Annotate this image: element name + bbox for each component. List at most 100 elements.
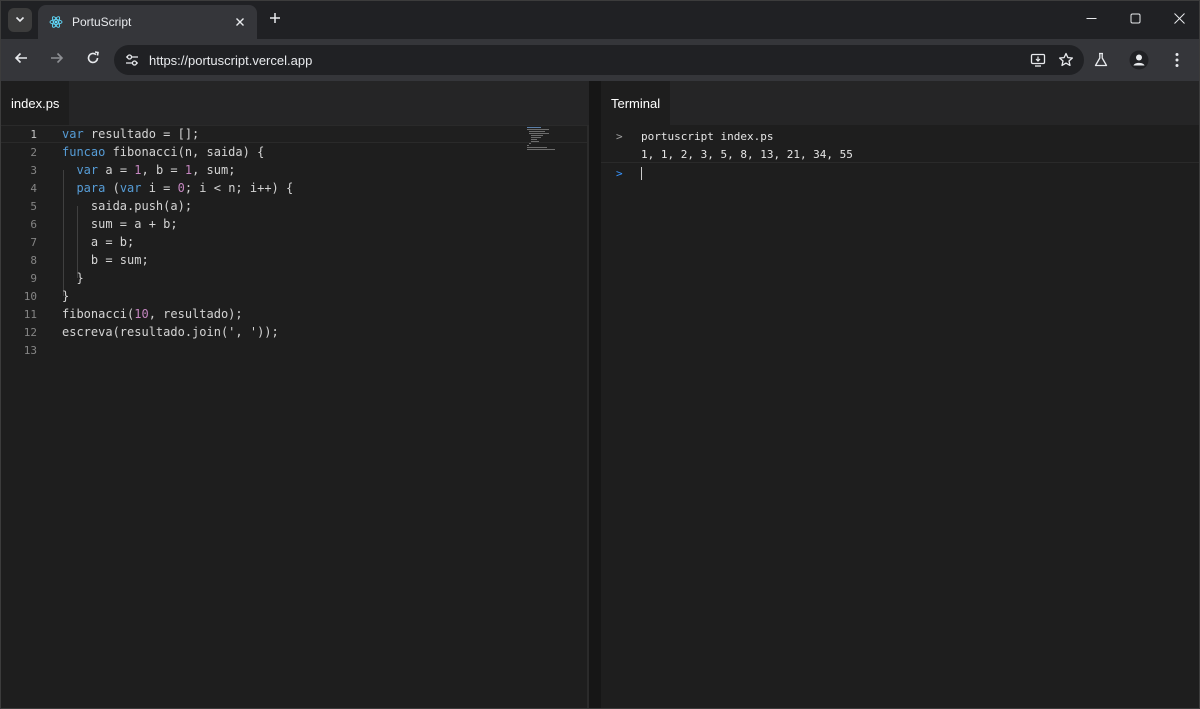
terminal-output-row: 1, 1, 2, 3, 5, 8, 13, 21, 34, 55 bbox=[601, 145, 1199, 163]
code-keyword: var bbox=[119, 181, 142, 195]
maximize-button[interactable] bbox=[1113, 1, 1157, 39]
line-number: 7 bbox=[30, 235, 37, 249]
close-window-button[interactable] bbox=[1157, 1, 1199, 39]
code-editor[interactable]: 1 var resultado = []; 2 funcao fibonacci(n,… bbox=[1, 125, 587, 708]
line-number: 4 bbox=[30, 181, 37, 195]
code-number: 10 bbox=[134, 307, 149, 321]
code-token: , sum; bbox=[192, 163, 236, 177]
code-line[interactable]: 11 fibonacci(10, resultado); bbox=[1, 305, 587, 323]
browser-window: PortuScript https://portuscript.vercel.a… bbox=[0, 0, 1200, 709]
terminal-pane: Terminal > portuscript index.ps 1, 1, 2,… bbox=[601, 81, 1199, 708]
line-number: 2 bbox=[30, 145, 37, 159]
code-token: ; i < n; i++) { bbox=[184, 181, 294, 195]
address-bar[interactable]: https://portuscript.vercel.app bbox=[114, 45, 1084, 75]
line-number: 10 bbox=[23, 289, 37, 303]
line-number: 13 bbox=[23, 343, 37, 357]
terminal-input-row[interactable]: > bbox=[601, 164, 1199, 182]
code-line[interactable]: 4 para (var i = 0; i < n; i++) { bbox=[1, 179, 587, 197]
toolbar-actions bbox=[1085, 44, 1193, 76]
code-line[interactable]: 7 a = b; bbox=[1, 233, 587, 251]
code-token: fibonacci( bbox=[62, 307, 135, 321]
editor-tab-bar: index.ps bbox=[1, 81, 589, 125]
install-icon[interactable] bbox=[1026, 48, 1050, 72]
tune-icon[interactable] bbox=[122, 50, 142, 70]
minimap[interactable] bbox=[527, 127, 559, 153]
minimize-icon bbox=[1086, 11, 1097, 29]
code-number: 1 bbox=[134, 163, 142, 177]
prompt-chevron-icon: > bbox=[616, 166, 623, 180]
code-line[interactable]: 8 b = sum; bbox=[1, 251, 587, 269]
code-token: saida.push(a); bbox=[62, 199, 193, 213]
code-keyword: var bbox=[62, 127, 84, 141]
tab-strip: PortuScript bbox=[1, 1, 1199, 39]
person-icon[interactable] bbox=[1123, 44, 1155, 76]
code-text: escreva(resultado.join(', ')); bbox=[62, 325, 279, 339]
code-token: resultado = []; bbox=[83, 127, 200, 141]
code-text: } bbox=[62, 271, 84, 285]
reload-button[interactable] bbox=[77, 44, 109, 76]
line-number: 1 bbox=[30, 127, 37, 141]
code-text: b = sum; bbox=[62, 253, 149, 267]
code-line[interactable]: 2 funcao fibonacci(n, saida) { bbox=[1, 143, 587, 161]
close-icon[interactable] bbox=[231, 13, 249, 31]
code-text: funcao fibonacci(n, saida) { bbox=[62, 145, 264, 159]
chevron-down-icon bbox=[15, 11, 25, 29]
terminal-tab[interactable]: Terminal bbox=[601, 81, 671, 125]
arrow-left-icon bbox=[14, 51, 28, 70]
code-text: sum = a + b; bbox=[62, 217, 178, 231]
code-text: para (var i = 0; i < n; i++) { bbox=[62, 181, 293, 195]
editor-file-tab[interactable]: index.ps bbox=[1, 81, 70, 125]
browser-toolbar: https://portuscript.vercel.app bbox=[1, 39, 1199, 81]
line-number: 8 bbox=[30, 253, 37, 267]
code-token: a = b; bbox=[62, 235, 135, 249]
kebab-menu-icon[interactable] bbox=[1161, 44, 1193, 76]
maximize-icon bbox=[1130, 11, 1141, 29]
plus-icon bbox=[269, 11, 281, 29]
code-number: 1 bbox=[184, 163, 193, 177]
forward-button[interactable] bbox=[41, 44, 73, 76]
new-tab-button[interactable] bbox=[265, 10, 285, 30]
code-line[interactable]: 3 var a = 1, b = 1, sum; bbox=[1, 161, 587, 179]
terminal-command-row: > portuscript index.ps bbox=[601, 127, 1199, 145]
terminal-tab-bar: Terminal bbox=[601, 81, 1199, 125]
code-text: } bbox=[62, 289, 69, 303]
code-text: var a = 1, b = 1, sum; bbox=[62, 163, 235, 177]
tab-search-button[interactable] bbox=[8, 8, 32, 32]
code-line[interactable]: 6 sum = a + b; bbox=[1, 215, 587, 233]
code-token: escreva(resultado.join(', ')); bbox=[62, 325, 279, 339]
code-line[interactable]: 12 escreva(resultado.join(', ')); bbox=[1, 323, 587, 341]
code-line[interactable]: 10} bbox=[1, 287, 587, 305]
code-token: } bbox=[62, 271, 84, 285]
reload-icon bbox=[86, 50, 100, 70]
code-token: b = sum; bbox=[62, 253, 149, 267]
back-button[interactable] bbox=[5, 44, 37, 76]
arrow-right-icon bbox=[50, 51, 64, 70]
react-atom-icon bbox=[48, 14, 64, 30]
flask-icon[interactable] bbox=[1085, 44, 1117, 76]
tab-title: PortuScript bbox=[72, 15, 132, 29]
code-keyword: para bbox=[76, 181, 106, 195]
minimize-button[interactable] bbox=[1069, 1, 1113, 39]
split-gutter[interactable] bbox=[589, 81, 601, 708]
code-text: saida.push(a); bbox=[62, 199, 192, 213]
code-token: } bbox=[62, 289, 70, 303]
code-line[interactable]: 13 bbox=[1, 341, 587, 359]
browser-tab-active[interactable]: PortuScript bbox=[38, 5, 257, 39]
page-content: index.ps 1 var resultado = []; 2 funcao fib… bbox=[1, 81, 1199, 708]
line-number: 3 bbox=[30, 163, 37, 177]
code-number: 0 bbox=[177, 181, 185, 195]
line-number: 5 bbox=[30, 199, 37, 213]
code-line[interactable]: 5 saida.push(a); bbox=[1, 197, 587, 215]
line-number: 6 bbox=[30, 217, 37, 231]
code-text: fibonacci(10, resultado); bbox=[62, 307, 243, 321]
star-icon[interactable] bbox=[1054, 48, 1078, 72]
code-token: fibonacci(n, saida) { bbox=[105, 145, 265, 159]
code-text: a = b; bbox=[62, 235, 134, 249]
close-icon bbox=[1173, 11, 1185, 29]
code-line[interactable]: 9 } bbox=[1, 269, 587, 287]
code-keyword: var bbox=[76, 163, 99, 177]
code-line[interactable]: 1 var resultado = []; bbox=[1, 125, 587, 143]
terminal-cursor bbox=[641, 167, 642, 180]
